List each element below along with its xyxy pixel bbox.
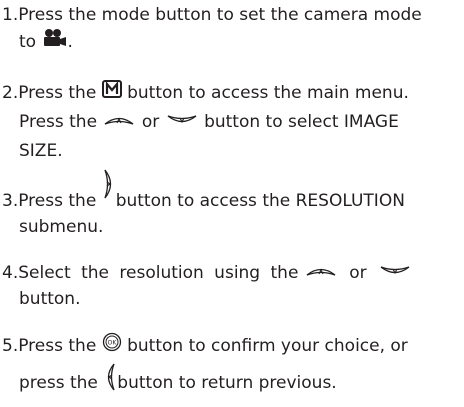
step-number: 2. <box>2 83 19 103</box>
down-arrow-button-icon <box>165 109 199 135</box>
step-text: button to confirm your choice, or <box>127 336 408 356</box>
step-text: Press the <box>19 112 98 132</box>
step-text: . <box>67 32 73 52</box>
step-text: button to access the main menu. <box>127 83 409 103</box>
step-text: Press the <box>18 336 97 356</box>
step-text: Press the <box>18 83 97 103</box>
step-number: 5. <box>2 336 19 356</box>
step-number: 3. <box>2 191 19 211</box>
step-number: 1. <box>2 5 19 25</box>
step-text: press the <box>19 373 98 393</box>
right-arrow-button-icon <box>102 168 116 208</box>
step-text: submenu. <box>19 217 104 237</box>
movie-camera-icon <box>41 28 67 56</box>
step-text: button to access the RESOLUTION <box>115 191 405 211</box>
menu-m-icon <box>101 80 122 106</box>
step-text: or <box>141 112 160 132</box>
step-text: button. <box>19 289 81 309</box>
step-text: button to select IMAGE <box>204 112 399 132</box>
step-2: 2.Press the button to access the main me… <box>2 80 462 164</box>
step-text: to <box>19 32 37 52</box>
up-arrow-button-icon <box>102 109 136 135</box>
step-3: 3.Press the button to access the RESOLUT… <box>2 168 462 240</box>
step-text: button to return previous. <box>117 373 337 393</box>
svg-text:OK: OK <box>107 340 117 347</box>
step-text: Press the <box>18 191 97 211</box>
step-text: SIZE. <box>19 141 63 161</box>
step-text: Press the mode button to set the camera … <box>18 5 422 25</box>
step-number: 4. <box>2 263 19 283</box>
up-arrow-button-icon <box>304 260 338 286</box>
step-4: 4.Select the resolution using the or but… <box>2 260 462 312</box>
step-text: or <box>349 263 367 283</box>
step-text: Select the resolution using the <box>18 263 299 283</box>
left-arrow-button-icon <box>103 362 117 400</box>
down-arrow-button-icon <box>378 260 412 286</box>
step-5: 5.Press the OK button to confirm your ch… <box>2 332 462 400</box>
step-1: 1.Press the mode button to set the camer… <box>2 2 462 56</box>
ok-button-icon: OK <box>102 332 122 360</box>
